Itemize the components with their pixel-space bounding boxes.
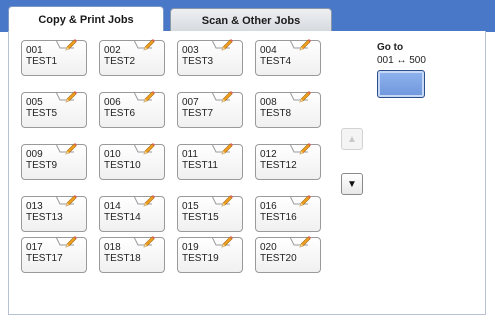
job-tile[interactable]: 008 TEST8 — [255, 91, 321, 128]
job-tile[interactable]: 016 TEST16 — [255, 195, 321, 232]
job-name: TEST7 — [182, 108, 214, 119]
pencil-icon — [143, 39, 155, 51]
job-name: TEST3 — [182, 56, 214, 67]
job-number: 020 — [260, 242, 277, 253]
scroll-up-button[interactable]: ▲ — [341, 128, 363, 150]
pencil-icon — [299, 91, 311, 103]
job-number: 009 — [26, 149, 43, 160]
pencil-icon — [221, 143, 233, 155]
job-number: 004 — [260, 45, 277, 56]
job-tile[interactable]: 010 TEST10 — [99, 143, 165, 180]
job-tile[interactable]: 004 TEST4 — [255, 39, 321, 76]
job-number: 001 — [26, 45, 43, 56]
job-tile[interactable]: 013 TEST13 — [21, 195, 87, 232]
pencil-icon — [143, 236, 155, 248]
pencil-icon — [143, 143, 155, 155]
job-number: 005 — [26, 97, 43, 108]
job-tile[interactable]: 015 TEST15 — [177, 195, 243, 232]
job-tile[interactable]: 019 TEST19 — [177, 236, 243, 273]
job-number: 013 — [26, 201, 43, 212]
pencil-icon — [221, 236, 233, 248]
job-tile[interactable]: 012 TEST12 — [255, 143, 321, 180]
pencil-icon — [65, 91, 77, 103]
pencil-icon — [143, 91, 155, 103]
job-name: TEST4 — [260, 56, 292, 67]
job-tile[interactable]: 002 TEST2 — [99, 39, 165, 76]
job-name: TEST19 — [182, 253, 219, 264]
pencil-icon — [65, 195, 77, 207]
goto-label: Go to — [377, 42, 404, 53]
pencil-icon — [65, 39, 77, 51]
job-name: TEST15 — [182, 212, 219, 223]
job-number: 016 — [260, 201, 277, 212]
job-tile[interactable]: 006 TEST6 — [99, 91, 165, 128]
job-tile[interactable]: 009 TEST9 — [21, 143, 87, 180]
pencil-icon — [143, 195, 155, 207]
triangle-up-icon: ▲ — [347, 133, 357, 145]
job-name: TEST5 — [26, 108, 58, 119]
job-number: 002 — [104, 45, 121, 56]
job-name: TEST9 — [26, 160, 58, 171]
job-name: TEST18 — [104, 253, 141, 264]
job-number: 017 — [26, 242, 43, 253]
job-name: TEST12 — [260, 160, 297, 171]
job-name: TEST16 — [260, 212, 297, 223]
job-name: TEST8 — [260, 108, 292, 119]
job-tile[interactable]: 003 TEST3 — [177, 39, 243, 76]
job-name: TEST1 — [26, 56, 58, 67]
scroll-down-button[interactable]: ▼ — [341, 173, 363, 195]
job-number: 011 — [182, 149, 198, 160]
job-number: 010 — [104, 149, 121, 160]
pencil-icon — [299, 195, 311, 207]
job-tile[interactable]: 011 TEST11 — [177, 143, 243, 180]
job-name: TEST20 — [260, 253, 297, 264]
job-tile[interactable]: 020 TEST20 — [255, 236, 321, 273]
pencil-icon — [65, 143, 77, 155]
triangle-down-icon: ▼ — [347, 178, 357, 190]
job-tile[interactable]: 018 TEST18 — [99, 236, 165, 273]
pencil-icon — [299, 143, 311, 155]
goto-range: 001 ↔ 500 — [377, 55, 426, 66]
pencil-icon — [299, 39, 311, 51]
job-number: 006 — [104, 97, 121, 108]
pencil-icon — [221, 39, 233, 51]
job-name: TEST11 — [182, 160, 218, 171]
job-number: 012 — [260, 149, 277, 160]
job-name: TEST17 — [26, 253, 63, 264]
pencil-icon — [221, 195, 233, 207]
job-number: 008 — [260, 97, 277, 108]
job-number: 003 — [182, 45, 199, 56]
job-name: TEST14 — [104, 212, 141, 223]
job-number: 018 — [104, 242, 121, 253]
tab-copy-print-jobs[interactable]: Copy & Print Jobs — [8, 6, 164, 32]
job-name: TEST6 — [104, 108, 136, 119]
job-number: 015 — [182, 201, 199, 212]
tab-scan-other-jobs[interactable]: Scan & Other Jobs — [170, 8, 332, 32]
job-number: 014 — [104, 201, 121, 212]
job-name: TEST2 — [104, 56, 136, 67]
pencil-icon — [65, 236, 77, 248]
job-name: TEST13 — [26, 212, 63, 223]
job-tile[interactable]: 001 TEST1 — [21, 39, 87, 76]
pencil-icon — [221, 91, 233, 103]
job-tile[interactable]: 017 TEST17 — [21, 236, 87, 273]
job-name: TEST10 — [104, 160, 141, 171]
goto-button[interactable] — [377, 70, 425, 98]
job-number: 019 — [182, 242, 199, 253]
job-number: 007 — [182, 97, 199, 108]
job-tile[interactable]: 014 TEST14 — [99, 195, 165, 232]
pencil-icon — [299, 236, 311, 248]
job-tile[interactable]: 007 TEST7 — [177, 91, 243, 128]
job-tile[interactable]: 005 TEST5 — [21, 91, 87, 128]
